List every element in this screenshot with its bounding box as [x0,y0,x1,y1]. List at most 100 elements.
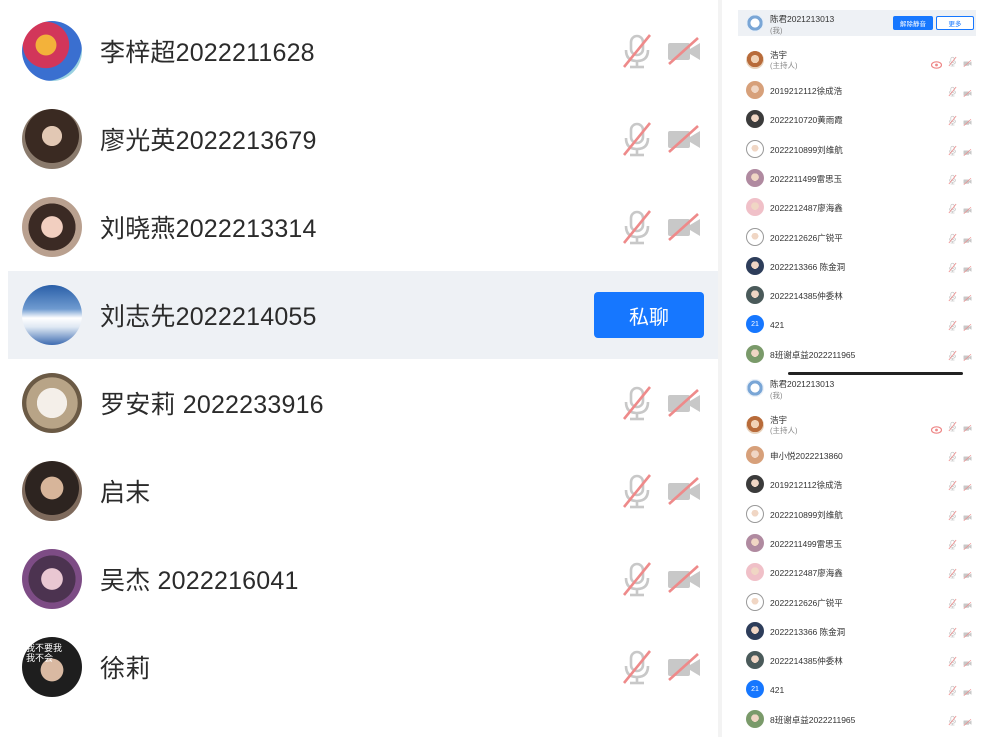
self-row[interactable]: 陈君2021213013 (我) [738,375,976,401]
member-row[interactable]: 2019212112徐成浩 [738,76,976,105]
member-name: 2022213366 陈金洞 [770,626,846,637]
participant-row[interactable]: 罗安莉 2022233916 [8,359,718,447]
member-row[interactable]: 2022210899刘维航 [738,135,976,164]
camera-off-icon[interactable] [963,55,972,67]
mic-muted-icon[interactable] [948,566,957,579]
mic-muted-icon[interactable] [948,625,957,638]
host-row[interactable]: 浩宇 (主持人) [738,46,976,75]
camera-off-icon[interactable] [666,652,702,682]
camera-off-icon[interactable] [963,173,972,185]
participant-row[interactable]: 吴杰 2022216041 [8,535,718,623]
unmute-button[interactable]: 解除静音 [893,16,933,30]
member-row[interactable]: 2022210720黄雨霞 [738,105,976,134]
self-name: 陈君2021213013 [770,379,835,389]
mic-muted-icon[interactable] [948,419,957,432]
member-row[interactable]: 8班谢卓益2022211965 [738,705,976,734]
member-row[interactable]: 2022211499雷思玉 [738,529,976,558]
member-row[interactable]: 2019212112徐成浩 [738,470,976,499]
mic-muted-icon[interactable] [948,596,957,608]
member-row[interactable]: 2022212487廖海鑫 [738,193,976,222]
mic-muted-icon[interactable] [621,473,653,509]
camera-off-icon[interactable] [963,232,972,244]
mic-muted-icon[interactable] [948,348,957,361]
camera-off-icon[interactable] [963,202,972,215]
camera-off-icon[interactable] [963,319,972,332]
mic-muted-icon[interactable] [948,508,957,520]
mic-muted-icon[interactable] [621,561,653,597]
mic-muted-icon[interactable] [948,537,957,550]
camera-off-icon[interactable] [963,567,972,580]
mic-muted-icon[interactable] [948,654,957,667]
camera-off-icon[interactable] [666,388,702,418]
camera-off-icon[interactable] [963,450,972,462]
avatar-photo-icon [746,475,764,494]
camera-off-icon[interactable] [963,538,972,550]
mic-muted-icon[interactable] [948,318,957,331]
private-chat-button[interactable]: 私聊 [594,292,704,338]
camera-off-icon[interactable] [963,597,972,609]
member-row[interactable]: 2022214385仲委林 [738,646,976,675]
camera-off-icon[interactable] [963,479,972,492]
participant-row[interactable]: 李梓超2022211628 [8,7,718,95]
mic-muted-icon[interactable] [621,209,653,245]
member-row[interactable]: 2022214385仲委林 [738,281,976,310]
camera-off-icon[interactable] [963,349,972,361]
mic-muted-icon[interactable] [948,143,957,155]
mic-muted-icon[interactable] [948,713,957,726]
participant-row[interactable]: 刘晓燕2022213314 [8,183,718,271]
mic-muted-icon[interactable] [948,449,957,462]
camera-off-icon[interactable] [963,114,972,127]
camera-off-icon[interactable] [666,476,702,506]
mic-muted-icon[interactable] [948,54,957,67]
camera-off-icon[interactable] [666,564,702,594]
camera-off-icon[interactable] [963,626,972,638]
camera-off-icon[interactable] [963,290,972,303]
camera-off-icon[interactable] [963,85,972,97]
camera-off-icon[interactable] [963,714,972,726]
camera-off-icon[interactable] [963,144,972,156]
mic-muted-icon[interactable] [621,121,653,157]
camera-off-icon[interactable] [666,36,702,66]
mic-muted-icon[interactable] [948,478,957,491]
camera-off-icon[interactable] [666,124,702,154]
camera-off-icon[interactable] [963,509,972,521]
camera-off-icon[interactable] [666,212,702,242]
member-row[interactable]: 2022210899刘维航 [738,500,976,529]
mic-muted-icon[interactable] [948,683,957,696]
participant-name: 罗安莉 2022233916 [100,391,324,419]
mic-muted-icon[interactable] [948,260,957,273]
member-name: 2022211499雷思玉 [770,538,843,549]
mic-muted-icon[interactable] [948,113,957,126]
mic-muted-icon[interactable] [948,289,957,302]
mic-muted-icon[interactable] [948,84,957,97]
right-panel-bottom: 陈君2021213013 (我) 浩宇 (主持人) 申小悦2022213860 [738,375,976,735]
mic-muted-icon[interactable] [621,385,653,421]
member-row[interactable]: 21 421 [738,675,976,704]
mic-muted-icon[interactable] [948,172,957,185]
participant-row[interactable]: 我不要我 我不会 徐莉 [8,623,718,711]
mic-muted-icon[interactable] [948,231,957,243]
participant-row[interactable]: 刘志先2022214055 私聊 [8,271,718,359]
avatar-photo-icon [746,563,764,582]
member-row[interactable]: 8班谢卓益2022211965 [738,340,976,369]
camera-off-icon[interactable] [963,684,972,697]
mic-muted-icon[interactable] [621,33,653,69]
more-button[interactable]: 更多 [936,16,974,30]
member-row[interactable]: 2022211499雷思玉 [738,164,976,193]
camera-off-icon[interactable] [963,655,972,668]
self-row[interactable]: 陈君2021213013 (我) 解除静音 更多 [738,10,976,36]
participant-row[interactable]: 启末 [8,447,718,535]
member-row[interactable]: 2022212626广锐平 [738,588,976,617]
member-row[interactable]: 2022212487廖海鑫 [738,558,976,587]
mic-muted-icon[interactable] [948,201,957,214]
member-row[interactable]: 申小悦2022213860 [738,441,976,470]
participant-row[interactable]: 廖光英2022213679 [8,95,718,183]
mic-muted-icon[interactable] [621,649,653,685]
host-row[interactable]: 浩宇 (主持人) [738,411,976,440]
member-row[interactable]: 21 421 [738,310,976,339]
camera-off-icon[interactable] [963,261,972,273]
member-row[interactable]: 2022213366 陈金洞 [738,617,976,646]
member-row[interactable]: 2022212626广锐平 [738,223,976,252]
member-row[interactable]: 2022213366 陈金洞 [738,252,976,281]
camera-off-icon[interactable] [963,420,972,432]
